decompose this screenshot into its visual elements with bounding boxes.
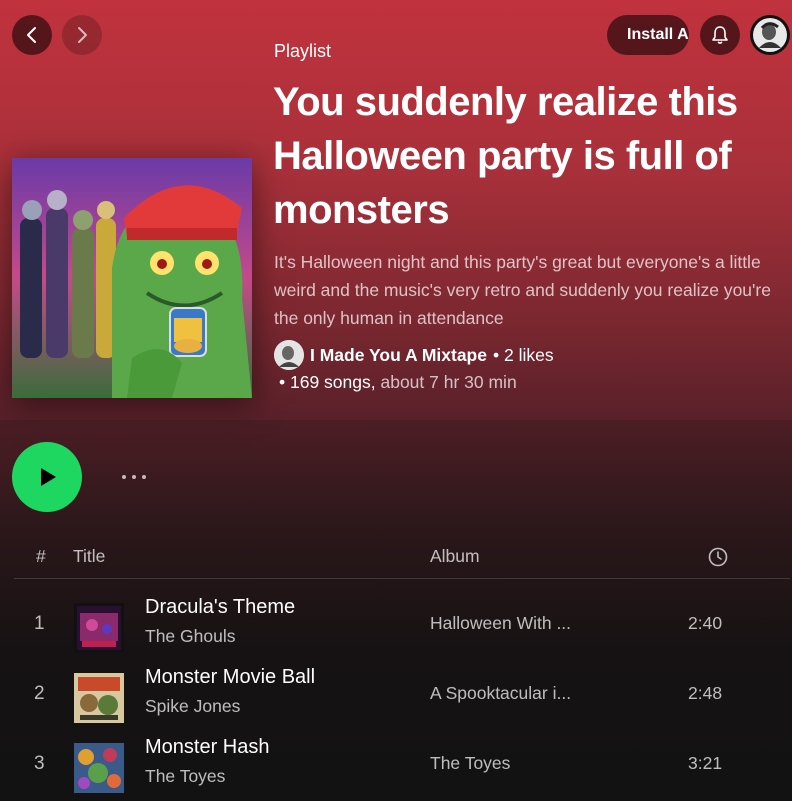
track-artist[interactable]: Spike Jones bbox=[145, 696, 240, 717]
header-divider bbox=[14, 578, 790, 579]
column-header-title[interactable]: Title bbox=[73, 546, 105, 567]
chevron-right-icon bbox=[78, 27, 87, 43]
playlist-kind-label: Playlist bbox=[274, 41, 332, 61]
play-button[interactable] bbox=[12, 442, 82, 512]
table-row[interactable]: 2 Monster Movie Ball Spike Jones A Spook… bbox=[0, 663, 792, 733]
column-header-album[interactable]: Album bbox=[430, 546, 480, 567]
forward-button[interactable] bbox=[62, 15, 102, 55]
track-title[interactable]: Monster Hash bbox=[145, 736, 270, 759]
owner-link[interactable]: I Made You A Mixtape bbox=[310, 345, 487, 366]
more-icon bbox=[122, 475, 126, 479]
track-title[interactable]: Dracula's Theme bbox=[145, 596, 295, 619]
track-number: 3 bbox=[34, 753, 45, 774]
track-album[interactable]: Halloween With ... bbox=[430, 613, 610, 634]
user-avatar-button[interactable] bbox=[750, 15, 790, 55]
playlist-owner-line: I Made You A Mixtape • 2 likes bbox=[274, 340, 554, 370]
track-number: 1 bbox=[34, 613, 45, 634]
track-album-art bbox=[74, 603, 124, 653]
total-duration: about 7 hr 30 min bbox=[380, 372, 517, 392]
playlist-stats: • 169 songs, about 7 hr 30 min bbox=[279, 372, 517, 393]
playlist-title: You suddenly realize this Halloween part… bbox=[273, 80, 738, 232]
track-title[interactable]: Monster Movie Ball bbox=[145, 666, 315, 689]
track-number: 2 bbox=[34, 683, 45, 704]
track-duration: 3:21 bbox=[688, 753, 723, 773]
track-album[interactable]: The Toyes bbox=[430, 753, 610, 774]
more-options-button[interactable] bbox=[112, 462, 156, 492]
track-album-art bbox=[74, 743, 124, 793]
clock-icon bbox=[708, 547, 728, 567]
playlist-description: It's Halloween night and this party's gr… bbox=[274, 252, 771, 328]
column-header-number: # bbox=[36, 546, 46, 566]
table-row[interactable]: 1 Dracula's Theme The Ghouls Halloween W… bbox=[0, 593, 792, 663]
track-album-art bbox=[74, 673, 124, 723]
bell-icon bbox=[712, 26, 728, 44]
install-app-label: Install App bbox=[627, 26, 689, 43]
install-app-button[interactable]: Install App bbox=[607, 15, 689, 55]
track-duration: 2:48 bbox=[688, 683, 723, 703]
avatar bbox=[753, 18, 787, 52]
track-artist[interactable]: The Toyes bbox=[145, 766, 225, 787]
song-count: • 169 songs, bbox=[279, 372, 376, 392]
column-header-duration[interactable] bbox=[708, 547, 728, 572]
chevron-left-icon bbox=[27, 27, 36, 43]
table-row[interactable]: 3 Monster Hash The Toyes The Toyes 3:21 bbox=[0, 733, 792, 801]
owner-avatar bbox=[274, 340, 304, 370]
playlist-cover-image bbox=[12, 158, 252, 398]
likes-count: • 2 likes bbox=[492, 344, 554, 365]
track-duration: 2:40 bbox=[688, 613, 723, 633]
play-icon bbox=[41, 468, 56, 486]
track-artist[interactable]: The Ghouls bbox=[145, 626, 235, 647]
notifications-button[interactable] bbox=[700, 15, 740, 55]
track-album[interactable]: A Spooktacular i... bbox=[430, 683, 610, 704]
back-button[interactable] bbox=[12, 15, 52, 55]
